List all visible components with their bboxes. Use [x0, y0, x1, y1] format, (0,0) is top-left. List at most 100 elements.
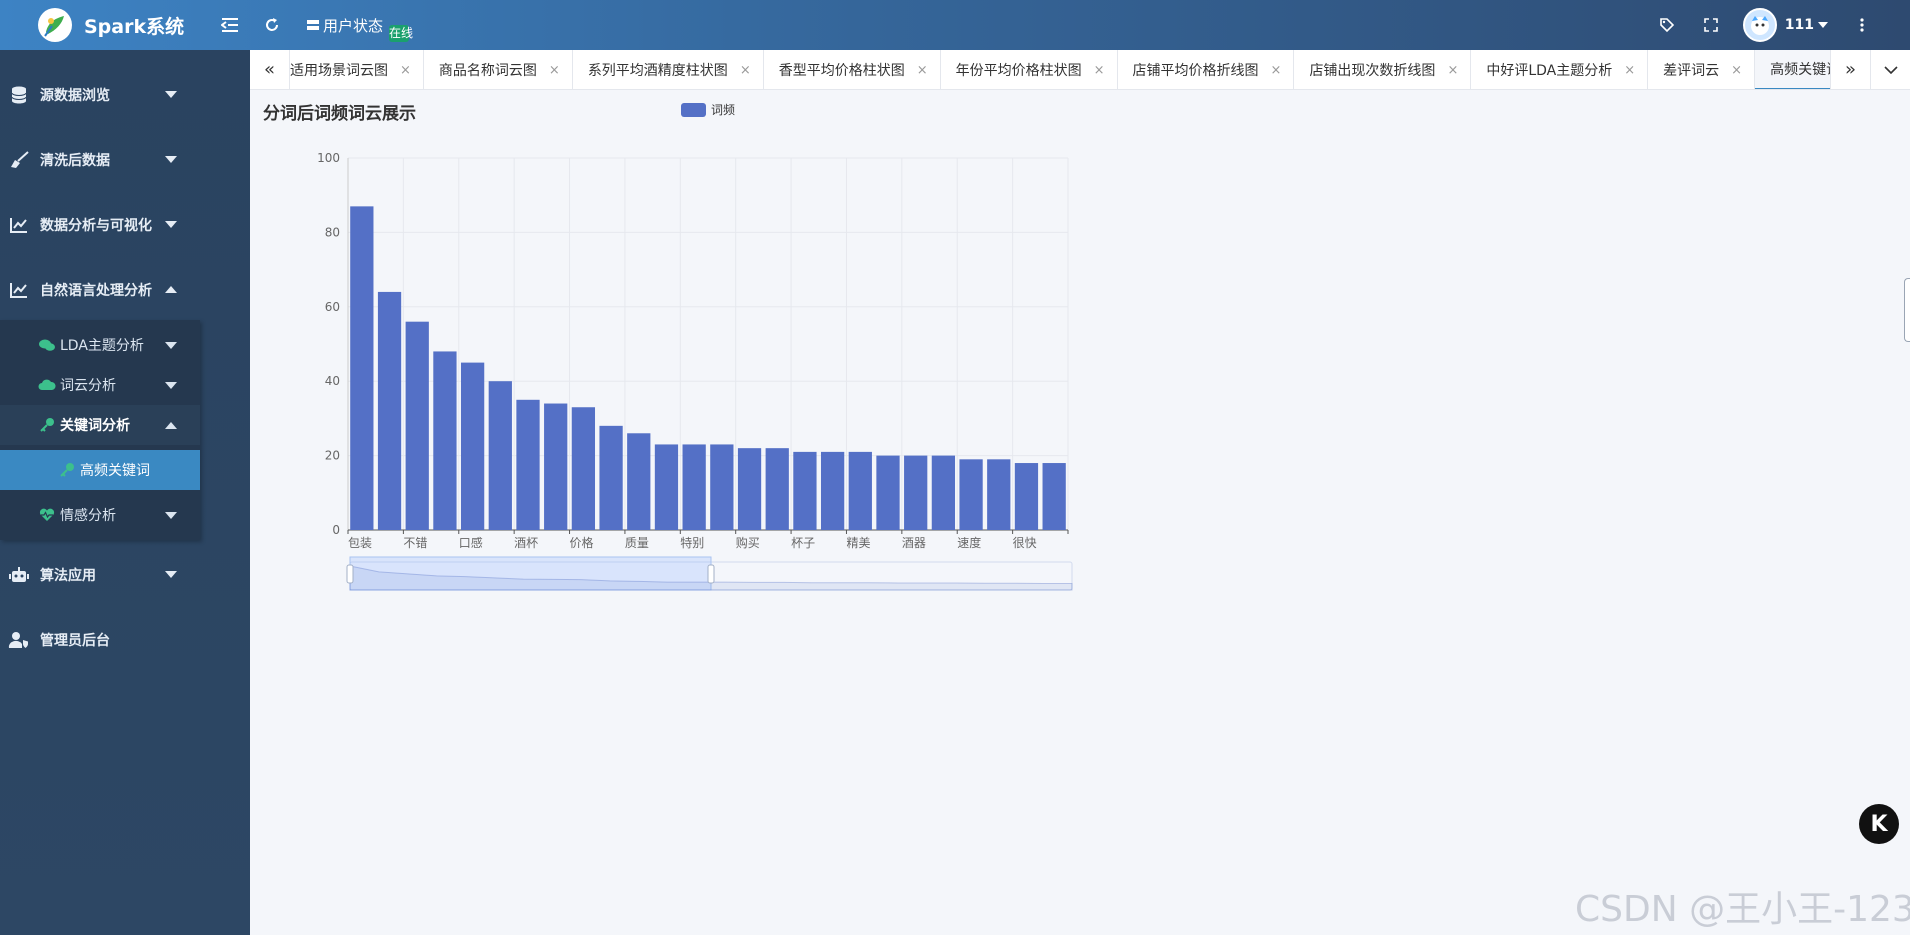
- submenu-item-wordcloud[interactable]: 词云分析: [0, 365, 200, 405]
- main-content: 分词后词频词云展示 词频 0 20 40 60 80 100 包装 不错 口感 酒杯 价格 质量 特别购…: [250, 91, 1910, 935]
- user-status[interactable]: 用户状态 在线: [306, 9, 413, 42]
- spark-logo-icon: [38, 8, 72, 42]
- chevron-up-icon: [165, 422, 177, 429]
- robot-icon: [8, 564, 30, 586]
- nlp-submenu: LDA主题分析 词云分析 关键词分析 高频关键词 情感分析: [0, 320, 200, 540]
- bar[interactable]: [544, 403, 568, 530]
- tab-store-price-line[interactable]: 店铺平均价格折线图 ×: [1118, 50, 1295, 89]
- datazoom-handle-left[interactable]: [346, 564, 354, 584]
- side-drawer-handle[interactable]: [1904, 278, 1910, 342]
- x-tick-label: 速度: [957, 535, 981, 550]
- close-icon[interactable]: ×: [1271, 63, 1282, 78]
- bar[interactable]: [460, 362, 485, 530]
- tab-aroma-price-bar[interactable]: 香型平均价格柱状图 ×: [764, 50, 941, 89]
- close-icon[interactable]: ×: [740, 63, 751, 78]
- bar[interactable]: [599, 425, 623, 530]
- tab-label: 年份平均价格柱状图: [955, 63, 1082, 79]
- fullscreen-icon[interactable]: [1699, 13, 1723, 37]
- bar[interactable]: [959, 459, 983, 530]
- bar[interactable]: [571, 407, 596, 530]
- tab-bad-review-wordcloud[interactable]: 差评词云 ×: [1648, 50, 1756, 89]
- close-icon[interactable]: ×: [400, 63, 411, 78]
- bar[interactable]: [1014, 463, 1039, 530]
- y-tick-label: 80: [325, 225, 340, 239]
- submenu-item-high-freq-keywords[interactable]: 高频关键词: [0, 450, 200, 490]
- sidebar-item-nlp-analysis[interactable]: 自然语言处理分析: [0, 270, 250, 310]
- key-icon: [58, 461, 76, 479]
- tab-label: 适用场景词云图: [290, 63, 388, 79]
- bar[interactable]: [987, 459, 1011, 530]
- bar[interactable]: [654, 444, 679, 530]
- bar[interactable]: [488, 381, 512, 530]
- server-icon: [307, 20, 319, 30]
- tab-store-count-line[interactable]: 店铺出现次数折线图 ×: [1294, 50, 1472, 89]
- chevron-down-icon[interactable]: [1818, 21, 1828, 29]
- tab-label: 高频关键词: [1770, 62, 1830, 78]
- bar[interactable]: [627, 433, 651, 530]
- tab-good-review-lda[interactable]: 中好评LDA主题分析 ×: [1471, 50, 1649, 89]
- sidebar-item-admin[interactable]: 管理员后台: [0, 620, 250, 660]
- bar[interactable]: [737, 448, 762, 530]
- submenu-item-label: 关键词分析: [60, 418, 130, 434]
- tab-high-freq-keywords[interactable]: 高频关键词×: [1755, 50, 1830, 89]
- tab-bar: « 适用场景词云图 × 商品名称词云图 × 系列平均酒精度柱状图 × 香型平均价格柱状…: [250, 50, 1910, 90]
- x-tick-label: 价格: [570, 535, 594, 550]
- tab-label: 店铺出现次数折线图: [1309, 63, 1436, 79]
- tag-icon[interactable]: [1655, 13, 1679, 37]
- tab-scroll-right-icon[interactable]: »: [1830, 50, 1870, 89]
- submenu-item-keyword[interactable]: 关键词分析: [0, 405, 200, 445]
- tab-label: 商品名称词云图: [438, 63, 537, 79]
- bar[interactable]: [433, 351, 457, 530]
- bar[interactable]: [848, 451, 872, 530]
- bar[interactable]: [904, 455, 928, 530]
- avatar[interactable]: [1742, 8, 1777, 42]
- tab-label: 差评词云: [1663, 63, 1720, 79]
- bar[interactable]: [682, 444, 706, 530]
- tab-label: 中好评LDA主题分析: [1486, 63, 1613, 79]
- bar[interactable]: [765, 448, 789, 530]
- close-icon[interactable]: ×: [917, 63, 928, 78]
- bar[interactable]: [350, 206, 374, 531]
- bar[interactable]: [820, 451, 845, 530]
- tab-menu-chevron-down-icon[interactable]: [1870, 50, 1910, 89]
- close-icon[interactable]: ×: [1624, 63, 1635, 78]
- k-floating-button[interactable]: K: [1859, 804, 1899, 844]
- sidebar-item-algorithm[interactable]: 算法应用: [0, 555, 250, 595]
- sidebar-item-label: 源数据浏览: [40, 88, 110, 104]
- bar[interactable]: [710, 444, 734, 530]
- y-tick-label: 20: [325, 449, 340, 463]
- tab-scroll-left-icon[interactable]: «: [250, 50, 290, 89]
- bar[interactable]: [405, 321, 429, 530]
- x-tick-label: 特别: [680, 535, 704, 550]
- close-icon[interactable]: ×: [1447, 63, 1458, 78]
- close-icon[interactable]: ×: [1094, 63, 1105, 78]
- bar[interactable]: [1042, 463, 1066, 530]
- sidebar-item-data-analysis[interactable]: 数据分析与可视化: [0, 205, 250, 245]
- refresh-icon[interactable]: [260, 13, 284, 37]
- brand[interactable]: Spark系统: [0, 0, 200, 50]
- bar[interactable]: [377, 291, 402, 530]
- tab-usage-scene-wordcloud[interactable]: 适用场景词云图 ×: [290, 50, 424, 89]
- close-icon[interactable]: ×: [549, 63, 560, 78]
- username[interactable]: 111: [1785, 17, 1814, 33]
- top-header: Spark系统 用户状态 在线 111: [0, 0, 1910, 50]
- sidebar-item-source-data[interactable]: 源数据浏览: [0, 75, 250, 115]
- datazoom-handle-right[interactable]: [707, 564, 715, 584]
- x-tick-label: 酒器: [902, 536, 926, 550]
- bar[interactable]: [931, 455, 956, 530]
- bar[interactable]: [793, 451, 817, 530]
- tab-year-price-bar[interactable]: 年份平均价格柱状图 ×: [941, 50, 1118, 89]
- more-vertical-icon[interactable]: [1850, 13, 1874, 37]
- tab-product-name-wordcloud[interactable]: 商品名称词云图 ×: [424, 50, 573, 89]
- database-icon: [8, 84, 30, 106]
- sidebar-item-cleaned-data[interactable]: 清洗后数据: [0, 140, 250, 180]
- bar[interactable]: [516, 399, 540, 530]
- x-tick-label: 包装: [348, 536, 372, 550]
- bar[interactable]: [876, 455, 900, 530]
- submenu-item-sentiment[interactable]: 情感分析: [0, 495, 200, 535]
- close-icon[interactable]: ×: [1731, 63, 1742, 78]
- tab-series-alcohol-bar[interactable]: 系列平均酒精度柱状图 ×: [573, 50, 764, 89]
- menu-fold-icon[interactable]: [218, 13, 242, 37]
- tab-label: 香型平均价格柱状图: [778, 63, 905, 79]
- submenu-item-lda[interactable]: LDA主题分析: [0, 325, 200, 365]
